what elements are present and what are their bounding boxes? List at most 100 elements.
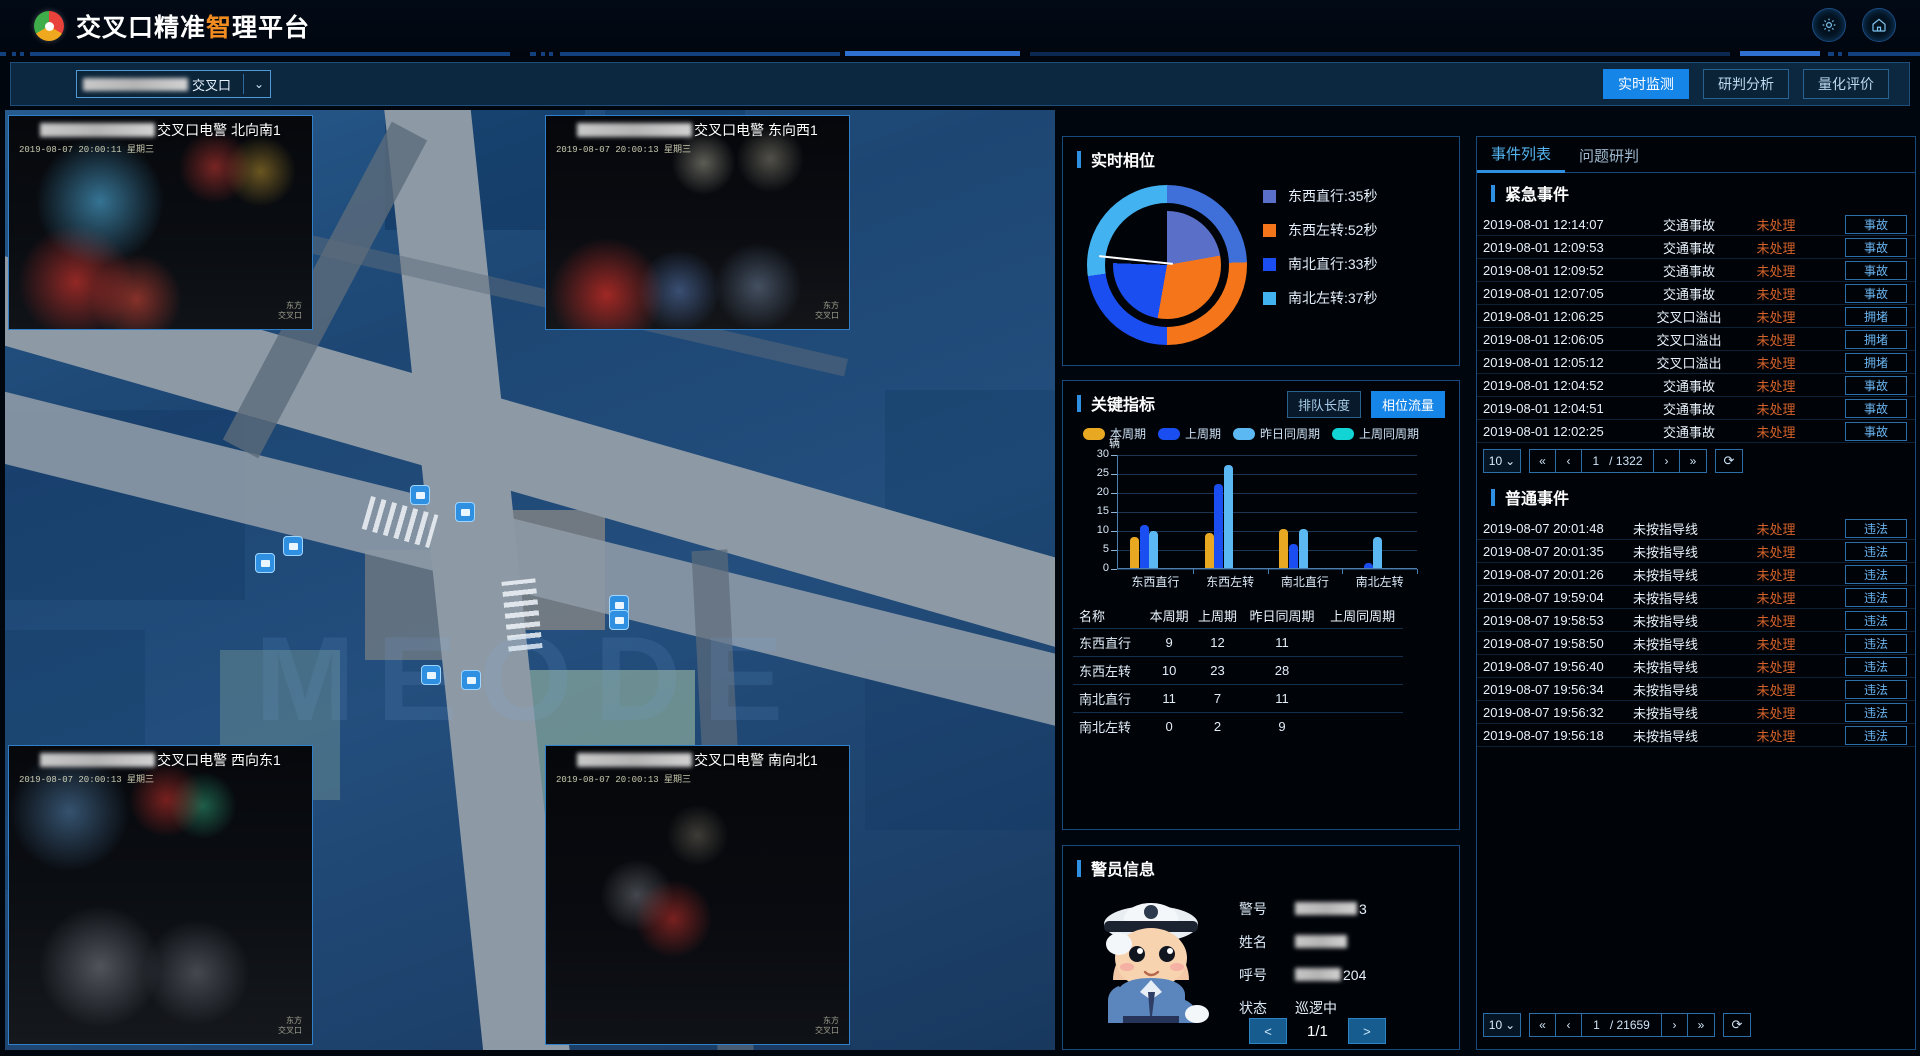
event-tag-button[interactable]: 违法 (1845, 702, 1907, 722)
legend-item: 昨日同周期 (1233, 425, 1320, 442)
emergency-page-size-select[interactable]: 10 ⌄ (1483, 449, 1521, 473)
tab-event-list[interactable]: 事件列表 (1477, 137, 1566, 173)
map-camera-marker[interactable] (609, 610, 629, 630)
event-status: 未处理 (1756, 613, 1796, 629)
event-tag-button[interactable]: 拥堵 (1845, 306, 1907, 326)
map-camera-marker[interactable] (461, 670, 481, 690)
home-icon[interactable] (1862, 8, 1896, 42)
camera-label: 交叉口电警 南向北1 (546, 750, 849, 770)
event-row[interactable]: 2019-08-07 20:01:48 未按指导线 未处理 违法 (1477, 517, 1915, 540)
intersection-map[interactable]: MEODE 交叉口电警 北向南1 2019-08-07 20:00:11 星期三… (5, 110, 1055, 1050)
x-tick-label: 南北直行 (1280, 575, 1329, 589)
next-page-button[interactable]: › (1662, 1014, 1688, 1036)
event-tag-button[interactable]: 事故 (1845, 214, 1907, 234)
event-tag-button[interactable]: 拥堵 (1845, 352, 1907, 372)
refresh-icon[interactable]: ⟳ (1715, 449, 1743, 473)
camera-tile-west-east[interactable]: 交叉口电警 西向东1 2019-08-07 20:00:13 星期三 东方 交叉口 (8, 745, 313, 1045)
event-row[interactable]: 2019-08-07 19:58:50 未按指导线 未处理 违法 (1477, 632, 1915, 655)
event-tag-button[interactable]: 违法 (1845, 564, 1907, 584)
refresh-icon[interactable]: ⟳ (1723, 1013, 1751, 1037)
first-page-button[interactable]: « (1530, 450, 1556, 472)
event-row[interactable]: 2019-08-01 12:14:07 交通事故 未处理 事故 (1477, 213, 1915, 236)
event-row[interactable]: 2019-08-01 12:06:05 交叉口溢出 未处理 拥堵 (1477, 328, 1915, 351)
map-camera-marker[interactable] (455, 502, 475, 522)
event-row[interactable]: 2019-08-07 19:59:04 未按指导线 未处理 违法 (1477, 586, 1915, 609)
event-type: 交通事故 (1662, 378, 1715, 394)
camera-tile-east-west[interactable]: 交叉口电警 东向西1 2019-08-07 20:00:13 星期三 东方 交叉口 (545, 115, 850, 330)
last-page-button[interactable]: » (1688, 1014, 1714, 1036)
event-tag-button[interactable]: 违法 (1845, 725, 1907, 745)
tab-problem-analysis[interactable]: 问题研判 (1565, 137, 1653, 173)
event-row[interactable]: 2019-08-01 12:09:53 交通事故 未处理 事故 (1477, 236, 1915, 259)
event-tag-button[interactable]: 事故 (1845, 283, 1907, 303)
prev-page-button[interactable]: ‹ (1556, 1014, 1582, 1036)
th-lastweek: 上周同周期 (1330, 609, 1396, 624)
last-page-button[interactable]: » (1680, 450, 1706, 472)
tab-evaluation[interactable]: 量化评价 (1803, 69, 1889, 99)
event-tag-button[interactable]: 违法 (1845, 587, 1907, 607)
camera-tile-north-south[interactable]: 交叉口电警 北向南1 2019-08-07 20:00:11 星期三 东方 交叉口 (8, 115, 313, 330)
event-row[interactable]: 2019-08-01 12:06:25 交叉口溢出 未处理 拥堵 (1477, 305, 1915, 328)
first-page-button[interactable]: « (1530, 1014, 1556, 1036)
map-camera-marker[interactable] (255, 553, 275, 573)
btn-queue-length[interactable]: 排队长度 (1286, 391, 1361, 418)
event-tag-button[interactable]: 拥堵 (1845, 329, 1907, 349)
event-row[interactable]: 2019-08-07 19:56:40 未按指导线 未处理 违法 (1477, 655, 1915, 678)
event-row[interactable]: 2019-08-01 12:02:25 交通事故 未处理 事故 (1477, 420, 1915, 443)
event-status: 未处理 (1756, 728, 1796, 744)
event-tag-button[interactable]: 违法 (1845, 610, 1907, 630)
event-status: 未处理 (1756, 567, 1796, 583)
event-row[interactable]: 2019-08-07 19:56:32 未按指导线 未处理 违法 (1477, 701, 1915, 724)
event-time: 2019-08-07 19:58:53 (1483, 612, 1604, 628)
event-row[interactable]: 2019-08-01 12:04:51 交通事故 未处理 事故 (1477, 397, 1915, 420)
event-row[interactable]: 2019-08-01 12:05:12 交叉口溢出 未处理 拥堵 (1477, 351, 1915, 374)
event-row[interactable]: 2019-08-01 12:07:05 交通事故 未处理 事故 (1477, 282, 1915, 305)
phase-panel-title: 实时相位 (1063, 137, 1459, 177)
normal-page-size-select[interactable]: 10 ⌄ (1483, 1013, 1521, 1037)
bar (1149, 531, 1159, 569)
event-tag-button[interactable]: 事故 (1845, 260, 1907, 280)
bar (1289, 544, 1299, 569)
next-page-button[interactable]: › (1654, 450, 1680, 472)
event-row[interactable]: 2019-08-07 19:58:53 未按指导线 未处理 违法 (1477, 609, 1915, 632)
event-row[interactable]: 2019-08-01 12:09:52 交通事故 未处理 事故 (1477, 259, 1915, 282)
map-camera-marker[interactable] (410, 485, 430, 505)
legend-item: 东西直行:35秒 (1263, 179, 1377, 213)
gear-icon[interactable] (1812, 8, 1846, 42)
legend-label: 上周同周期 (1359, 427, 1420, 441)
tab-analysis[interactable]: 研判分析 (1703, 69, 1789, 99)
btn-phase-flow[interactable]: 相位流量 (1370, 391, 1445, 418)
officer-next-button[interactable]: > (1347, 1018, 1386, 1044)
legend-label: 东西直行:35秒 (1288, 188, 1378, 204)
event-tag-button[interactable]: 违法 (1845, 679, 1907, 699)
event-tag-button[interactable]: 违法 (1845, 633, 1907, 653)
masked-location (577, 753, 693, 767)
event-row[interactable]: 2019-08-07 19:56:18 未按指导线 未处理 违法 (1477, 724, 1915, 747)
event-tag-button[interactable]: 事故 (1845, 421, 1907, 441)
camera-label-text: 交叉口电警 南向北1 (694, 752, 818, 768)
event-row[interactable]: 2019-08-07 20:01:26 未按指导线 未处理 违法 (1477, 563, 1915, 586)
event-tag-button[interactable]: 违法 (1845, 518, 1907, 538)
officer-prev-button[interactable]: < (1249, 1018, 1287, 1044)
event-time: 2019-08-01 12:06:05 (1483, 331, 1604, 347)
camera-tile-south-north[interactable]: 交叉口电警 南向北1 2019-08-07 20:00:13 星期三 东方 交叉口 (545, 745, 850, 1045)
y-tick-label: 30 (1096, 448, 1109, 460)
y-tick-label: 0 (1102, 562, 1109, 574)
event-tag-button[interactable]: 事故 (1845, 398, 1907, 418)
event-tag-button[interactable]: 事故 (1845, 237, 1907, 257)
event-tag-button[interactable]: 违法 (1845, 656, 1907, 676)
event-row[interactable]: 2019-08-07 19:56:34 未按指导线 未处理 违法 (1477, 678, 1915, 701)
table-row: 东西左转 10 23 28 (1073, 656, 1403, 685)
masked-location (40, 123, 156, 137)
map-camera-marker[interactable] (283, 536, 303, 556)
event-tag-button[interactable]: 事故 (1845, 375, 1907, 395)
tab-realtime-monitor[interactable]: 实时监测 (1603, 69, 1689, 99)
event-row[interactable]: 2019-08-01 12:04:52 交通事故 未处理 事故 (1477, 374, 1915, 397)
prev-page-button[interactable]: ‹ (1556, 450, 1582, 472)
intersection-select[interactable]: 交叉口 ⌄ (76, 70, 271, 98)
event-tag-button[interactable]: 违法 (1845, 541, 1907, 561)
map-camera-marker[interactable] (421, 665, 441, 685)
cell-name: 南北左转 (1073, 712, 1145, 740)
officer-field-row: 呼号 204 (1239, 958, 1367, 991)
event-row[interactable]: 2019-08-07 20:01:35 未按指导线 未处理 违法 (1477, 540, 1915, 563)
